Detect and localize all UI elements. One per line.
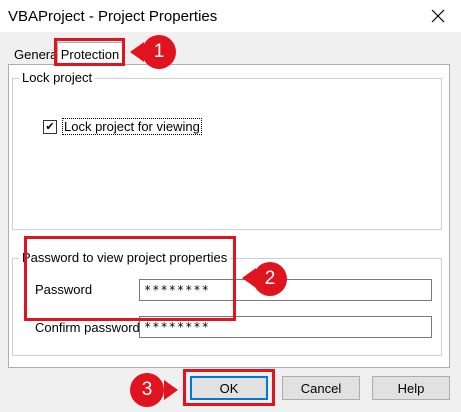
highlight-password-fields — [24, 236, 236, 321]
dialog-body: General Protection Lock project ✔ Lock p… — [0, 32, 461, 412]
help-button[interactable]: Help — [372, 376, 450, 400]
close-button[interactable] — [415, 0, 461, 32]
highlight-ok-button — [183, 369, 275, 406]
close-icon — [431, 9, 445, 23]
cancel-button[interactable]: Cancel — [282, 376, 360, 400]
lock-project-checkbox-label[interactable]: Lock project for viewing — [62, 118, 202, 135]
title-bar: VBAProject - Project Properties — [0, 0, 461, 32]
confirm-password-label: Confirm password — [35, 320, 140, 335]
checkmark-icon: ✔ — [45, 120, 55, 133]
lock-project-group-title: Lock project — [19, 70, 96, 85]
step-badge-2: 2 — [253, 262, 287, 296]
step-badge-1: 1 — [142, 35, 176, 69]
window-title: VBAProject - Project Properties — [8, 8, 218, 25]
badge-3-arrow — [164, 380, 178, 400]
lock-project-group: Lock project ✔ Lock project for viewing — [12, 70, 442, 230]
lock-project-checkbox[interactable]: ✔ — [43, 120, 57, 134]
step-badge-3: 3 — [130, 373, 164, 407]
tab-general[interactable]: General — [8, 44, 58, 64]
highlight-protection-tab — [54, 38, 125, 66]
